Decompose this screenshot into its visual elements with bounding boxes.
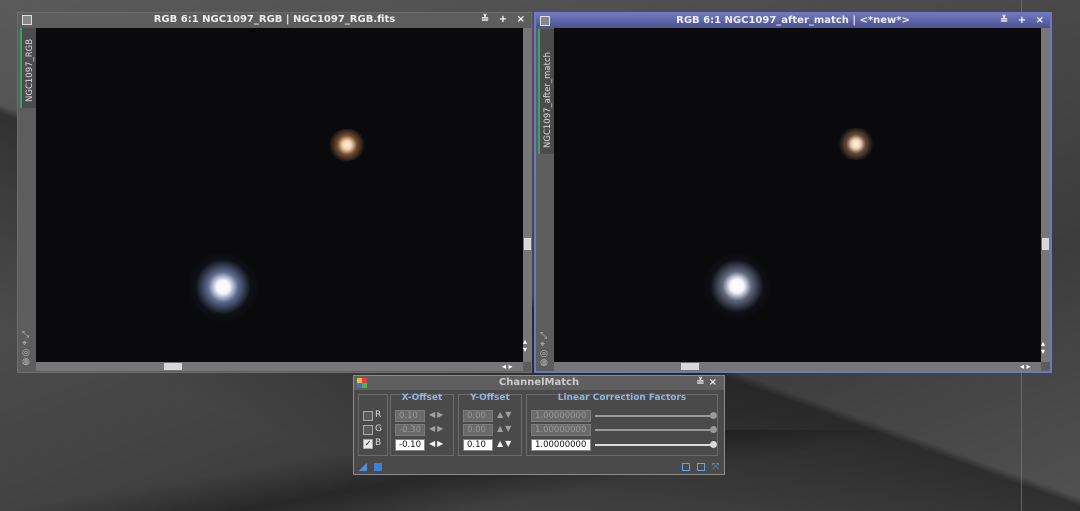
- y-offset-g-arrows[interactable]: ▲▼: [497, 424, 513, 433]
- window-title: RGB 6:1 NGC1097_RGB | NGC1097_RGB.fits: [153, 14, 396, 25]
- linear-correction-group: Linear Correction Factors 1.00000000 1.0…: [526, 393, 718, 456]
- star-lower: [187, 252, 259, 322]
- x-offset-r-field[interactable]: 0.10: [395, 410, 425, 422]
- horizontal-scroll-thumb[interactable]: [681, 363, 699, 370]
- y-offset-r-arrows[interactable]: ▲▼: [497, 410, 513, 419]
- channel-g-label: G: [375, 424, 382, 434]
- star-upper: [837, 128, 875, 160]
- linear-factor-g-slider[interactable]: [595, 426, 717, 433]
- linear-factor-r-field[interactable]: 1.00000000: [531, 410, 591, 422]
- linear-correction-title: Linear Correction Factors: [557, 393, 687, 403]
- channel-g-checkbox[interactable]: [363, 425, 373, 435]
- window-menu-icon[interactable]: [540, 16, 550, 26]
- browse-documentation-icon[interactable]: [682, 463, 690, 471]
- horizontal-scroll-thumb[interactable]: [164, 363, 182, 370]
- close-dialog-icon[interactable]: ×: [709, 377, 721, 388]
- vertical-scroll-thumb[interactable]: [1042, 238, 1049, 250]
- star-upper: [327, 129, 367, 161]
- view-identifier-tab[interactable]: NGC1097_RGB: [20, 28, 36, 108]
- y-offset-b-field[interactable]: 0.10: [463, 439, 493, 451]
- vertical-scroll-arrows[interactable]: ▴ ▾: [523, 338, 527, 354]
- channel-b-checkbox[interactable]: ✓: [363, 439, 373, 449]
- y-offset-g-field[interactable]: 0.00: [463, 424, 493, 436]
- horizontal-scrollbar[interactable]: [554, 362, 1041, 371]
- view-identifier-label: NGC1097_RGB: [25, 38, 35, 102]
- dialog-title: ChannelMatch: [498, 377, 580, 388]
- channel-r-label: R: [375, 410, 382, 420]
- edit-instance-icon[interactable]: [697, 463, 705, 471]
- apply-icon[interactable]: [374, 463, 382, 471]
- stf-icon[interactable]: ◍: [22, 358, 30, 367]
- horizontal-scrollbar[interactable]: [36, 362, 523, 371]
- vertical-scroll-arrows[interactable]: ▴ ▾: [1041, 340, 1045, 356]
- view-tool-icons[interactable]: ⤡ ⌖ ◎ ◍: [540, 332, 548, 368]
- channelmatch-dialog[interactable]: ChannelMatch ≚× R G ✓ B X-Offset 0.10 ◀▶…: [353, 375, 725, 475]
- x-offset-group: X-Offset 0.10 ◀▶ -0.30 ◀▶ -0.10 ◀▶: [390, 393, 454, 456]
- image-window-ngc1097-after-match[interactable]: RGB 6:1 NGC1097_after_match | <*new*> ≚ …: [534, 12, 1052, 373]
- slider-knob[interactable]: [710, 426, 717, 433]
- y-offset-group: Y-Offset 0.00 ▲▼ 0.00 ▲▼ 0.10 ▲▼: [458, 393, 522, 456]
- window-titlebar[interactable]: RGB 6:1 NGC1097_after_match | <*new*> ≚ …: [536, 14, 1050, 28]
- close-window-icon[interactable]: ×: [1036, 15, 1047, 26]
- linear-factor-r-slider[interactable]: [595, 412, 717, 419]
- x-offset-b-arrows[interactable]: ◀▶: [429, 439, 445, 448]
- window-menu-icon[interactable]: [22, 15, 32, 25]
- scroll-arrow-buttons[interactable]: ◂ ▸: [502, 362, 513, 371]
- image-window-ngc1097-rgb[interactable]: RGB 6:1 NGC1097_RGB | NGC1097_RGB.fits ≚…: [17, 12, 532, 373]
- slider-knob[interactable]: [710, 412, 717, 419]
- stf-icon[interactable]: ◍: [540, 359, 548, 368]
- shade-dialog-icon[interactable]: ≚: [696, 377, 708, 388]
- y-offset-b-arrows[interactable]: ▲▼: [497, 439, 513, 448]
- x-offset-b-field[interactable]: -0.10: [395, 439, 425, 451]
- y-offset-title: Y-Offset: [470, 393, 510, 403]
- window-title: RGB 6:1 NGC1097_after_match | <*new*>: [676, 15, 910, 26]
- shade-window-icon[interactable]: ≚: [1000, 15, 1011, 26]
- linear-factor-b-field[interactable]: 1.00000000: [531, 439, 591, 451]
- view-identifier-tab[interactable]: NGC1097_after_match: [538, 29, 554, 154]
- window-titlebar[interactable]: RGB 6:1 NGC1097_RGB | NGC1097_RGB.fits ≚…: [18, 13, 531, 27]
- view-tool-icons[interactable]: ⤡ ⌖ ◎ ◍: [22, 331, 30, 367]
- new-instance-icon[interactable]: [359, 463, 367, 471]
- linear-factor-b-slider[interactable]: [595, 441, 717, 448]
- channel-b-label: B: [375, 438, 382, 448]
- reset-icon[interactable]: ⤧: [712, 463, 720, 472]
- dialog-titlebar[interactable]: ChannelMatch ≚×: [354, 376, 724, 390]
- x-offset-r-arrows[interactable]: ◀▶: [429, 410, 445, 419]
- maximize-window-icon[interactable]: +: [1018, 15, 1029, 26]
- slider-knob[interactable]: [710, 441, 717, 448]
- channel-r-checkbox[interactable]: [363, 411, 373, 421]
- view-identifier-label: NGC1097_after_match: [543, 51, 553, 148]
- vertical-scroll-thumb[interactable]: [524, 238, 531, 250]
- image-viewport[interactable]: [554, 28, 1041, 362]
- x-offset-title: X-Offset: [401, 393, 443, 403]
- vertical-scrollbar[interactable]: [523, 28, 532, 362]
- image-viewport[interactable]: [36, 28, 523, 362]
- maximize-window-icon[interactable]: +: [499, 14, 510, 25]
- shade-window-icon[interactable]: ≚: [481, 14, 492, 25]
- channels-group: R G ✓ B: [358, 394, 388, 456]
- y-offset-r-field[interactable]: 0.00: [463, 410, 493, 422]
- close-window-icon[interactable]: ×: [517, 14, 528, 25]
- scroll-arrow-buttons[interactable]: ◂ ▸: [1020, 362, 1031, 371]
- linear-factor-g-field[interactable]: 1.00000000: [531, 424, 591, 436]
- x-offset-g-field[interactable]: -0.30: [395, 424, 425, 436]
- x-offset-g-arrows[interactable]: ◀▶: [429, 424, 445, 433]
- vertical-scrollbar[interactable]: [1041, 28, 1050, 362]
- app-logo-icon: [357, 378, 367, 388]
- star-lower: [702, 253, 772, 319]
